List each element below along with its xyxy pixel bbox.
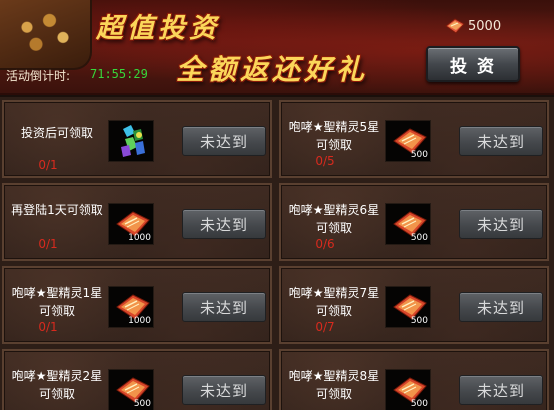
reward-progress: 0/7 [315,320,335,334]
invest-button[interactable]: 投 资 [426,46,520,82]
not-reached-button[interactable]: 未达到 [459,209,543,239]
reward-item-slot[interactable]: 500 [385,120,431,162]
reward-progress: 0/1 [38,158,58,172]
countdown-label: 活动倒计时: [6,69,71,83]
banner-subtitle: 全额返还好礼 [176,53,369,86]
reward-card: 咆哮★聖精灵2星可领取 500 未达到 [2,349,272,410]
gem-bundle-icon [121,125,145,157]
item-quantity: 500 [410,399,428,409]
countdown-timer: 71:55:29 [90,67,148,81]
not-reached-button[interactable]: 未达到 [182,126,266,156]
not-reached-button[interactable]: 未达到 [459,292,543,322]
reward-item-slot[interactable]: 500 [385,286,431,328]
not-reached-button[interactable]: 未达到 [459,375,543,405]
reward-item-slot[interactable]: 500 [385,203,431,245]
reward-card: 咆哮★聖精灵5星可领取 0/5 500 未达到 [279,100,549,178]
reward-progress: 0/6 [315,237,335,251]
reward-item-slot[interactable]: 1000 [108,203,154,245]
reward-condition: 投资后可领取 [20,126,93,140]
item-quantity: 500 [133,399,151,409]
not-reached-button[interactable]: 未达到 [459,126,543,156]
gold-ingot-icon [445,18,465,34]
item-quantity: 1000 [128,233,151,243]
reward-condition: 咆哮★聖精灵2星可领取 [11,369,103,401]
reward-card: 咆哮★聖精灵7星可领取 0/7 500 未达到 [279,266,549,344]
reward-item-slot[interactable] [108,120,154,162]
reward-condition: 咆哮★聖精灵1星可领取 [11,286,103,318]
item-quantity: 500 [410,316,428,326]
reward-card: 投资后可领取 0/1 未达到 [2,100,272,178]
not-reached-button[interactable]: 未达到 [182,209,266,239]
reward-list: 投资后可领取 0/1 未达到 咆哮★聖精灵5星可领取 0/5 500 未达到 再… [0,97,554,410]
item-quantity: 500 [410,150,428,160]
reward-card: 咆哮★聖精灵6星可领取 0/6 500 未达到 [279,183,549,261]
reward-card: 咆哮★聖精灵1星可领取 0/1 1000 未达到 [2,266,272,344]
reward-progress: 0/5 [315,154,335,168]
reward-progress: 0/1 [38,237,58,251]
item-quantity: 500 [410,233,428,243]
reward-condition: 咆哮★聖精灵7星可领取 [288,286,380,318]
reward-card: 再登陆1天可领取 0/1 1000 未达到 [2,183,272,261]
item-quantity: 1000 [128,316,151,326]
reward-card: 咆哮★聖精灵8星可领取 500 未达到 [279,349,549,410]
reward-condition: 咆哮★聖精灵8星可领取 [288,369,380,401]
reward-condition: 再登陆1天可领取 [11,203,103,217]
not-reached-button[interactable]: 未达到 [182,292,266,322]
currency-amount: 5000 [468,19,502,34]
reward-item-slot[interactable]: 1000 [108,286,154,328]
not-reached-button[interactable]: 未达到 [182,375,266,405]
reward-progress: 0/1 [38,320,58,334]
reward-condition: 咆哮★聖精灵5星可领取 [288,120,380,152]
reward-item-slot[interactable]: 500 [108,369,154,410]
treasure-chest-icon [0,0,92,70]
reward-condition: 咆哮★聖精灵6星可领取 [288,203,380,235]
reward-item-slot[interactable]: 500 [385,369,431,410]
event-banner: 超值投资 全额返还好礼 活动倒计时: 71:55:29 5000 投 资 [0,0,554,95]
banner-title: 超值投资 [96,13,220,44]
